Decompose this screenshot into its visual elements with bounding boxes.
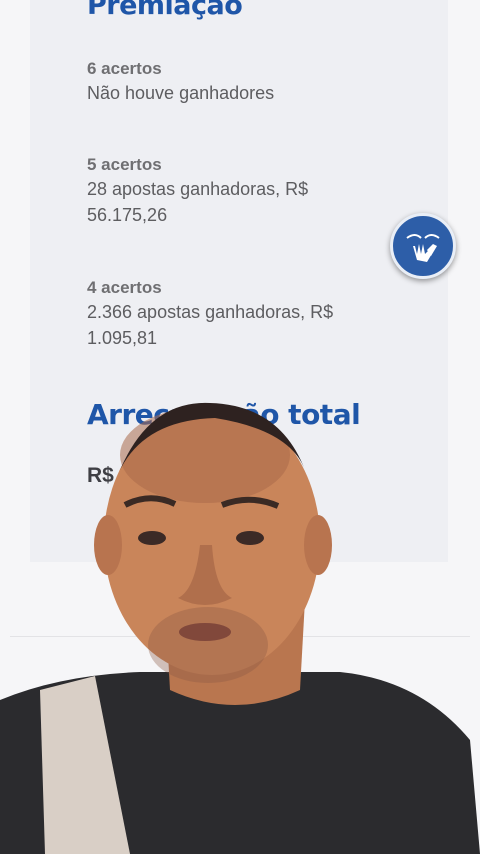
prize-tier-4: 4 acertos 2.366 apostas ganhadoras, R$ 1…	[87, 277, 387, 351]
prize-tier-5: 5 acertos 28 apostas ganhadoras, R$ 56.1…	[87, 154, 387, 228]
prize-tier-amount: 1.095,81	[87, 328, 158, 348]
prize-tier-desc: Não houve ganhadores	[87, 83, 275, 103]
prize-tier-label: 4 acertos	[87, 278, 162, 297]
divider	[10, 636, 470, 637]
sign-language-hands-icon	[406, 234, 440, 262]
prize-section-title: Premiação	[87, 0, 243, 21]
accessibility-sign-language-button[interactable]	[390, 213, 456, 279]
prize-tier-desc: 2.366 apostas ganhadoras, R$	[87, 302, 334, 322]
prize-tier-desc: 28 apostas ganhadoras, R$	[87, 179, 309, 199]
prize-tier-label: 6 acertos	[87, 59, 162, 78]
total-collection-value: R$	[87, 464, 114, 487]
prize-tier-label: 5 acertos	[87, 155, 162, 174]
prize-tier-6: 6 acertos Não houve ganhadores	[87, 58, 387, 106]
total-collection-title: Arrecadação total	[87, 398, 361, 431]
prize-tier-amount: 56.175,26	[87, 205, 168, 225]
